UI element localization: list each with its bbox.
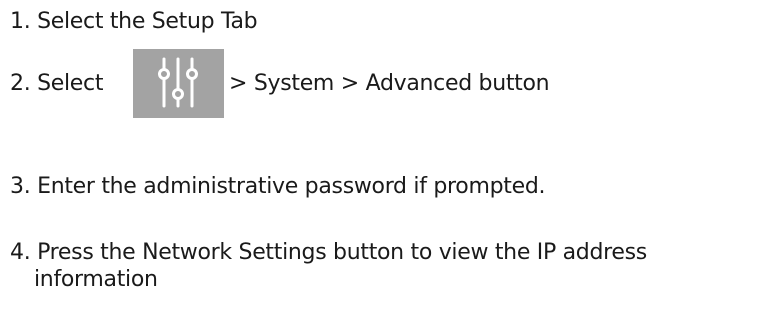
step-1-number: 1. — [10, 9, 31, 34]
step-4-number: 4. — [10, 240, 31, 265]
step-1-text: Select the Setup Tab — [37, 9, 258, 34]
step-2-text-before-icon: Select — [37, 71, 104, 96]
step-2: 2. Select > System > Advanced button — [10, 70, 550, 98]
step-3-text: Enter the administrative password if pro… — [37, 174, 546, 199]
step-4-text-line-1: Press the Network Settings button to vie… — [37, 240, 647, 265]
step-1: 1. Select the Setup Tab — [10, 8, 258, 36]
settings-sliders-icon — [133, 49, 224, 118]
step-4-text-line-2: information — [34, 267, 158, 292]
instruction-steps: 1. Select the Setup Tab 2. Select > Syst… — [0, 0, 784, 320]
step-3-number: 3. — [10, 174, 31, 199]
step-2-number: 2. — [10, 71, 31, 96]
step-2-text-after-icon: > System > Advanced button — [229, 71, 550, 96]
step-3: 3. Enter the administrative password if … — [10, 173, 545, 201]
step-4: 4. Press the Network Settings button to … — [10, 239, 647, 294]
